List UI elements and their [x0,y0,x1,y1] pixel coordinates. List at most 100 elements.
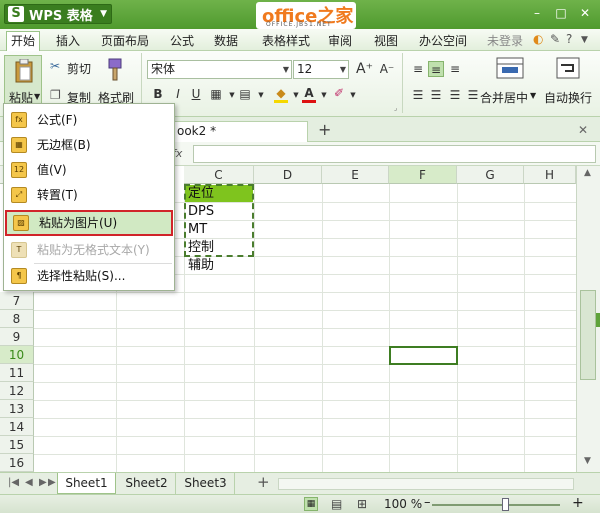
active-cell-selection[interactable] [389,346,458,365]
chevron-down-icon: ▼ [34,92,41,101]
paste-button[interactable]: 粘贴 ▼ [4,55,42,107]
justify-icon[interactable]: ☰ [465,87,481,103]
sheet-tab-active[interactable]: Sheet1 [57,473,116,494]
menu-item-paste-special[interactable]: ¶ 选择性粘贴(S)... [4,264,174,288]
column-header[interactable]: E [322,166,389,184]
first-sheet-icon[interactable]: |◀ [8,477,19,488]
chevron-down-icon[interactable]: ▼ [316,87,332,103]
cell-style-icon[interactable]: ▤ [237,86,253,102]
app-name: WPS 表格 [29,8,93,24]
sheet-tab[interactable]: Sheet2 [118,473,176,494]
new-workbook-icon[interactable]: + [318,120,331,139]
row-header[interactable]: 7 [0,292,34,310]
cut-button[interactable]: 剪切 [67,60,91,77]
tab-view[interactable]: 视图 [374,32,398,49]
column-header[interactable]: C [184,166,254,184]
bold-button[interactable]: B [150,86,166,102]
help-icon[interactable]: ? [566,32,572,46]
menu-item-paste-formula[interactable]: fx 公式(F) [4,108,174,132]
font-name-select[interactable]: 宋体 ▼ [147,60,292,79]
zoom-out-button[interactable]: – [424,495,431,510]
row-header[interactable]: 15 [0,436,34,454]
dialog-launcher-icon[interactable]: ⌟ [394,104,397,112]
cell-c5[interactable]: 辅助 [185,257,214,275]
horizontal-scrollbar[interactable] [278,478,574,490]
menu-item-paste-transpose[interactable]: ⤢ 转置(T) [4,183,174,207]
tab-home[interactable]: 开始 [6,31,41,51]
app-menu-button[interactable]: S WPS 表格 ▼ [4,4,112,24]
italic-button[interactable]: I [170,86,186,102]
align-bottom-icon[interactable]: ≡ [447,61,463,77]
merge-center-icon[interactable] [496,57,524,79]
fill-color-icon[interactable]: ◆ [273,85,289,101]
menu-item-paste-no-border[interactable]: ▦ 无边框(B) [4,133,174,157]
column-header[interactable]: G [457,166,524,184]
tab-office-space[interactable]: 办公空间 [419,32,467,49]
zoom-level[interactable]: 100 % [384,497,422,511]
menu-item-paste-values[interactable]: 12 值(V) [4,158,174,182]
row-header-selected[interactable]: 10 [0,346,34,364]
page-layout-view-icon[interactable]: ▤ [331,497,342,511]
next-sheet-icon[interactable]: ▶ [39,477,47,488]
scissors-icon: ✂ [50,59,61,73]
tab-insert[interactable]: 插入 [56,32,80,49]
zoom-in-button[interactable]: + [572,495,584,511]
zoom-slider-thumb[interactable] [502,498,509,511]
column-header[interactable]: H [524,166,576,184]
chevron-down-icon[interactable]: ▼ [345,87,361,103]
row-header[interactable]: 12 [0,382,34,400]
align-right-icon[interactable]: ☰ [447,87,463,103]
format-painter-icon[interactable] [103,58,125,82]
merge-center-button[interactable]: 合并居中 [480,89,528,106]
align-center-icon[interactable]: ☰ [428,87,444,103]
align-left-icon[interactable]: ☰ [410,87,426,103]
tab-page-layout[interactable]: 页面布局 [101,32,149,49]
close-workbook-icon[interactable]: ✕ [578,123,588,137]
title-bar: S WPS 表格 ▼ office之家 OFFICE.JB51.NET – □ … [0,0,600,29]
tab-data[interactable]: 数据 [214,32,238,49]
row-header[interactable]: 11 [0,364,34,382]
wrap-text-icon[interactable] [556,57,580,79]
chevron-down-icon[interactable]: ▼ [253,87,269,103]
row-header[interactable]: 13 [0,400,34,418]
increase-font-icon[interactable]: A⁺ [356,61,373,77]
skin-icon[interactable]: ◐ [533,32,543,46]
scroll-up-icon[interactable]: ▲ [584,168,591,178]
maximize-button[interactable]: □ [551,5,571,21]
align-middle-icon[interactable]: ≡ [428,61,444,77]
column-header[interactable]: D [254,166,322,184]
row-header[interactable]: 9 [0,328,34,346]
tab-table-style[interactable]: 表格样式 [262,32,310,49]
row-header[interactable]: 8 [0,310,34,328]
tab-review[interactable]: 审阅 [328,32,352,49]
formula-input[interactable] [193,145,596,163]
workbook-tab[interactable]: ook2 * [158,121,308,142]
row-header[interactable]: 14 [0,418,34,436]
scrollbar-thumb[interactable] [580,290,596,380]
column-header-selected[interactable]: F [389,166,457,184]
shirt-icon[interactable]: ✎ [550,32,560,46]
tab-formulas[interactable]: 公式 [170,32,194,49]
font-color-icon[interactable]: A [301,85,317,101]
login-link[interactable]: 未登录 [487,32,523,49]
no-border-paste-icon: ▦ [11,137,27,153]
zoom-slider-track[interactable] [432,504,560,506]
borders-icon[interactable]: ▦ [208,86,224,102]
normal-view-icon[interactable]: ▦ [304,497,318,511]
row-header[interactable]: 16 [0,454,34,472]
chevron-down-icon[interactable]: ▼ [581,35,588,45]
align-top-icon[interactable]: ≡ [410,61,426,77]
close-button[interactable]: ✕ [575,5,595,21]
prev-sheet-icon[interactable]: ◀ [25,477,33,488]
underline-button[interactable]: U [188,86,204,102]
add-sheet-icon[interactable]: + [257,473,270,491]
wrap-text-button[interactable]: 自动换行 [544,89,592,106]
minimize-button[interactable]: – [527,5,547,21]
font-size-select[interactable]: 12 ▼ [293,60,349,79]
menu-item-paste-as-picture[interactable]: ▨ 粘贴为图片(U) [5,210,173,236]
chevron-down-icon[interactable]: ▼ [530,91,536,100]
decrease-font-icon[interactable]: A⁻ [379,61,395,77]
page-break-view-icon[interactable]: ⊞ [357,497,367,511]
scroll-down-icon[interactable]: ▼ [584,456,591,466]
sheet-tab[interactable]: Sheet3 [177,473,235,494]
